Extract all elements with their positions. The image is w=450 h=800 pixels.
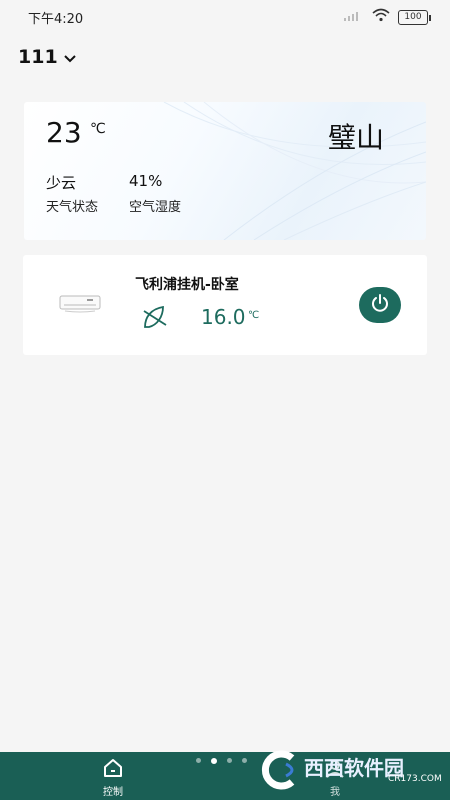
watermark-logo: 西西软件园 CR173.COM — [252, 750, 442, 790]
tab-control[interactable]: 控制 — [88, 758, 138, 798]
humidity-value: 41% — [129, 172, 163, 190]
device-set-temperature: 16.0 — [201, 305, 246, 329]
wifi-icon — [372, 8, 390, 26]
city-name: 璧山 — [327, 121, 384, 154]
status-time: 下午4:20 — [28, 11, 84, 27]
status-icons: 100 — [342, 8, 431, 26]
chevron-down-icon — [63, 46, 76, 68]
device-card[interactable]: 飞利浦挂机-卧室 16.0 ℃ — [23, 255, 427, 355]
temperature-unit: ℃ — [90, 121, 106, 137]
page-dot — [242, 758, 247, 763]
device-name: 飞利浦挂机-卧室 — [135, 277, 239, 293]
weather-condition-label: 天气状态 — [46, 200, 99, 215]
power-icon — [370, 293, 390, 317]
weather-card: 23 ℃ 璧山 少云 天气状态 41% 空气湿度 — [24, 102, 426, 240]
home-selector[interactable]: 111 — [18, 46, 76, 68]
watermark-c-icon — [261, 750, 295, 790]
device-temperature-unit: ℃ — [248, 310, 260, 321]
page-dot — [227, 758, 232, 763]
home-icon — [102, 758, 124, 781]
humidity-label: 空气湿度 — [129, 200, 182, 215]
status-bar: 下午4:20 100 — [0, 0, 450, 34]
fan-mode-icon — [141, 303, 169, 335]
page-dot — [196, 758, 201, 763]
weather-condition: 少云 — [46, 174, 77, 192]
watermark-site: CR173.COM — [388, 774, 442, 784]
temperature-value: 23 — [46, 116, 82, 149]
signal-icon — [342, 10, 364, 25]
battery-icon: 100 — [398, 9, 431, 25]
air-conditioner-icon — [59, 295, 101, 317]
tab-control-label: 控制 — [103, 787, 123, 798]
page-dot-active — [211, 758, 217, 764]
home-name: 111 — [18, 46, 58, 68]
page-indicator — [196, 758, 247, 764]
power-button[interactable] — [359, 287, 401, 323]
